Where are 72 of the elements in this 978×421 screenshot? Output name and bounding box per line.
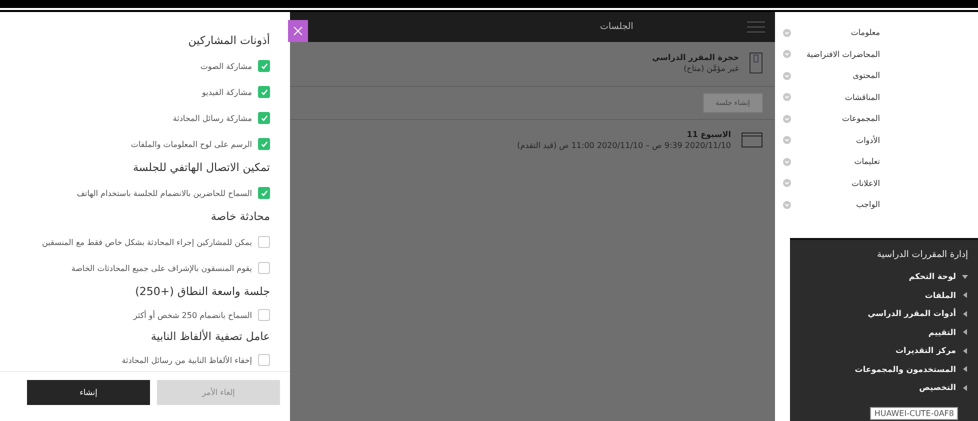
check-icon	[260, 140, 268, 148]
checkbox[interactable]	[258, 354, 270, 366]
chevron-circle-icon[interactable]	[783, 179, 791, 188]
menu-item[interactable]: المناقشات	[844, 92, 880, 102]
option-label: مشاركة الصوت	[200, 62, 252, 70]
create-button[interactable]: إنشاء	[27, 380, 150, 405]
check-icon	[260, 190, 268, 196]
chevron-circle-icon[interactable]	[783, 28, 791, 37]
chevron-circle-icon[interactable]	[783, 158, 791, 166]
caret-left-icon[interactable]	[962, 329, 968, 336]
checkbox[interactable]	[258, 60, 270, 72]
chevron-circle-icon[interactable]	[783, 136, 791, 144]
panel-item[interactable]: أدوات المقرر الدراسي	[868, 309, 956, 318]
calendar-icon	[741, 132, 763, 148]
menu-item[interactable]: الأدوات	[856, 136, 880, 145]
caret-down-icon[interactable]	[962, 274, 968, 280]
option-label: مشاركة رسائل المحادثة	[172, 114, 252, 122]
close-icon	[293, 26, 303, 36]
checkbox[interactable]	[258, 309, 270, 321]
section-title: عامل تصفية الألفاظ النابية	[150, 330, 270, 343]
room-status: غير مؤمَّن (متاح)	[682, 64, 739, 73]
option-label: الرسم على لوح المعلومات والملفات	[130, 140, 252, 148]
checkbox[interactable]	[258, 138, 270, 150]
close-button[interactable]	[288, 20, 308, 42]
check-icon	[260, 62, 268, 70]
section-title: محادثة خاصة	[210, 210, 270, 223]
option-label: السماح بانضمام 250 شخص أو أكثر	[134, 310, 252, 320]
caret-left-icon[interactable]	[962, 366, 968, 372]
section-title: أذونات المشاركين	[187, 34, 270, 47]
menu-icon[interactable]	[747, 21, 765, 33]
menu-item[interactable]: تعليمات	[854, 157, 880, 166]
menu-item[interactable]: المحتوى	[852, 71, 880, 80]
checkbox[interactable]	[258, 187, 270, 199]
checkbox[interactable]	[258, 236, 270, 248]
option-label: يقوم المنسقون بالإشراف على جميع المحادثات الخاصة	[71, 264, 252, 272]
menu-item[interactable]: المجموعات	[842, 114, 880, 124]
page-title: الجلسات	[600, 22, 634, 32]
option-label: مشاركة الفيديو	[202, 88, 252, 96]
tooltip: HUAWEI-CUTE-0AF8	[870, 407, 958, 420]
caret-left-icon[interactable]	[962, 310, 968, 317]
room-name: حجرة المقرر الدراسي	[652, 53, 739, 62]
option-label: السماح للحاضرين بالانضمام للجلسة باستخدام الهاتف	[76, 188, 252, 198]
panel-item[interactable]: التخصيص	[919, 383, 956, 392]
panel-item[interactable]: لوحة التحكم	[908, 272, 956, 282]
chevron-circle-icon[interactable]	[783, 93, 791, 102]
session-time: 2020/11/10 9:39 ص – 2020/11/10 11:00 ص (قيد التقدم)	[517, 141, 731, 150]
chevron-circle-icon[interactable]	[783, 200, 791, 209]
option-label: إخفاء الألفاظ النابية من رسائل المحادثة	[122, 356, 252, 364]
chevron-circle-icon[interactable]	[783, 114, 791, 123]
menu-item[interactable]: الاعلانات	[851, 178, 880, 188]
caret-left-icon[interactable]	[962, 384, 968, 391]
option-label: يمكن للمشاركين إجراء المحادثة بشكل خاص فقط مع المنسقين	[42, 238, 252, 246]
notebook-icon	[749, 52, 763, 74]
panel-item[interactable]: المستخدمون والمجموعات	[854, 364, 956, 374]
section-title: جلسة واسعة النطاق (+250)	[134, 285, 270, 298]
chevron-circle-icon[interactable]	[783, 50, 791, 58]
chevron-circle-icon[interactable]	[783, 72, 791, 80]
panel-item[interactable]: مركز التقديرات	[896, 346, 956, 356]
section-title: تمكين الاتصال الهاتفي للجلسة	[132, 161, 270, 174]
panel-item[interactable]: التقييم	[928, 328, 956, 337]
checkbox[interactable]	[258, 112, 270, 124]
check-icon	[260, 114, 268, 122]
caret-left-icon[interactable]	[962, 348, 968, 354]
menu-item[interactable]: المحاضرات الافتراضية	[806, 50, 880, 59]
panel-item[interactable]: الملفات	[924, 290, 956, 300]
menu-item[interactable]: الواجب	[856, 200, 880, 210]
menu-item[interactable]: معلومات	[850, 28, 880, 38]
caret-left-icon[interactable]	[962, 292, 968, 298]
checkbox[interactable]	[258, 86, 270, 98]
check-icon	[260, 88, 268, 96]
panel-title: إدارة المقررات الدراسية	[876, 250, 968, 260]
checkbox[interactable]	[258, 262, 270, 274]
